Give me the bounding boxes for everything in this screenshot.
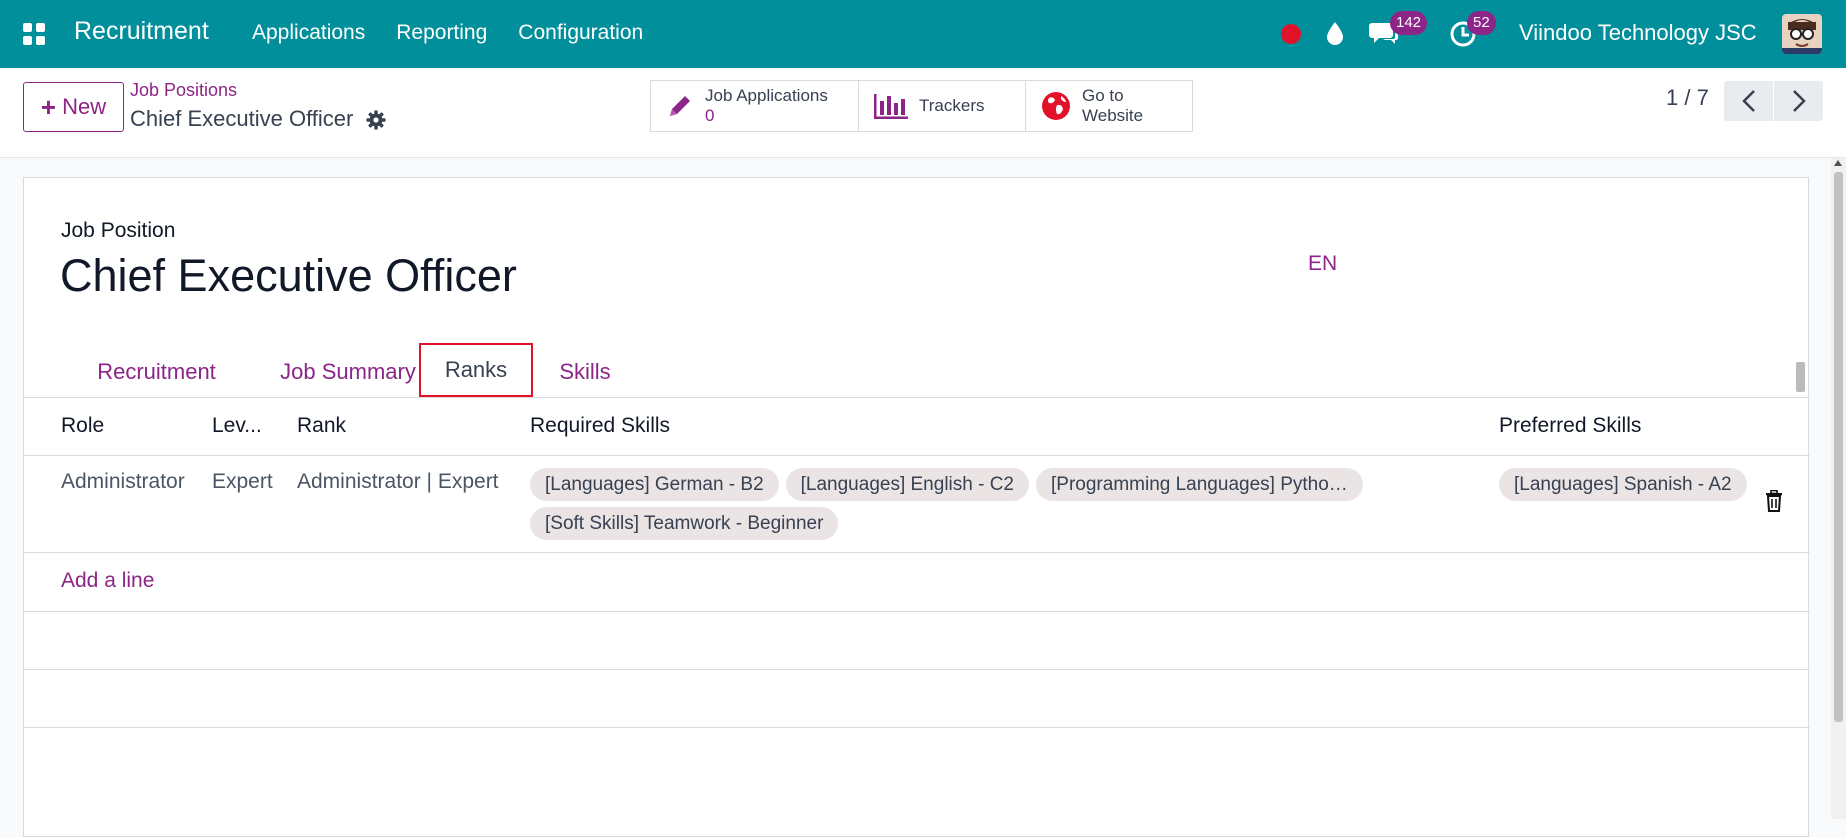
empty-row bbox=[24, 612, 1810, 670]
menu-applications[interactable]: Applications bbox=[252, 21, 365, 45]
table-row[interactable]: Administrator Expert Administrator | Exp… bbox=[24, 456, 1810, 553]
trackers-label: Trackers bbox=[919, 96, 985, 115]
preferred-skills-cell[interactable]: [Languages] Spanish - A2 bbox=[1499, 468, 1747, 501]
pager-value[interactable]: 1 / 7 bbox=[1666, 85, 1709, 111]
job-applications-label: Job Applications bbox=[705, 86, 828, 105]
plus-icon: + bbox=[40, 92, 57, 122]
company-switcher[interactable]: Viindoo Technology JSC bbox=[1519, 20, 1757, 46]
column-role[interactable]: Role bbox=[61, 414, 104, 438]
level-cell: Expert bbox=[212, 470, 273, 493]
form-tabs: Recruitment Job Summary Ranks Skills bbox=[24, 343, 1810, 398]
user-avatar[interactable] bbox=[1782, 14, 1822, 54]
pager-next-button[interactable] bbox=[1774, 81, 1823, 121]
breadcrumb-job-positions[interactable]: Job Positions bbox=[130, 80, 237, 101]
apps-menu-icon[interactable] bbox=[22, 22, 46, 46]
column-preferred-skills[interactable]: Preferred Skills bbox=[1499, 414, 1641, 438]
top-navbar: Recruitment Applications Reporting Confi… bbox=[0, 0, 1846, 68]
skill-tag: [Languages] German - B2 bbox=[530, 468, 779, 501]
page-scrollbar-thumb[interactable] bbox=[1834, 172, 1843, 722]
new-button[interactable]: + New bbox=[23, 82, 124, 132]
go-to-website-button[interactable]: Go to Website bbox=[1025, 80, 1193, 132]
tab-job-summary[interactable]: Job Summary bbox=[255, 345, 441, 398]
trash-icon[interactable] bbox=[1765, 490, 1783, 512]
skill-tag: [Soft Skills] Teamwork - Beginner bbox=[530, 507, 839, 540]
column-level[interactable]: Lev... bbox=[212, 414, 262, 438]
language-button[interactable]: EN bbox=[1308, 252, 1337, 276]
pager-previous-button[interactable] bbox=[1724, 81, 1773, 121]
rank-cell: Administrator | Expert bbox=[297, 470, 499, 493]
job-applications-count: 0 bbox=[705, 106, 715, 125]
tab-skills[interactable]: Skills bbox=[550, 345, 620, 398]
tabs-scrollbar[interactable] bbox=[1792, 348, 1808, 398]
table-header: Role Lev... Rank Required Skills Preferr… bbox=[24, 398, 1810, 456]
website-label-line2: Website bbox=[1082, 106, 1144, 125]
menu-reporting[interactable]: Reporting bbox=[396, 21, 487, 45]
tabs-scrollbar-thumb[interactable] bbox=[1796, 362, 1805, 392]
control-panel: + New Job Positions Chief Executive Offi… bbox=[0, 68, 1846, 158]
breadcrumb-current-record: Chief Executive Officer bbox=[130, 106, 354, 131]
trackers-button[interactable]: Trackers bbox=[858, 80, 1026, 132]
skill-tag: [Programming Languages] Pytho… bbox=[1036, 468, 1363, 501]
globe-icon bbox=[1042, 92, 1070, 120]
app-title[interactable]: Recruitment bbox=[74, 17, 209, 46]
smart-buttons: Job Applications 0 Trackers Go to Websit… bbox=[650, 80, 1193, 132]
role-cell: Administrator bbox=[61, 470, 185, 493]
menu-configuration[interactable]: Configuration bbox=[518, 21, 643, 45]
ranks-table: Role Lev... Rank Required Skills Preferr… bbox=[24, 398, 1810, 728]
column-required-skills[interactable]: Required Skills bbox=[530, 414, 670, 438]
water-drop-icon[interactable] bbox=[1325, 20, 1345, 46]
column-rank[interactable]: Rank bbox=[297, 414, 346, 438]
job-position-label: Job Position bbox=[61, 219, 176, 242]
empty-row bbox=[24, 670, 1810, 728]
bar-chart-icon bbox=[874, 94, 908, 119]
add-line-link[interactable]: Add a line bbox=[61, 569, 154, 593]
scroll-up-arrow-icon[interactable] bbox=[1834, 160, 1842, 166]
chevron-left-icon bbox=[1741, 90, 1755, 112]
record-indicator-icon[interactable] bbox=[1281, 24, 1301, 44]
page-scrollbar[interactable] bbox=[1831, 158, 1846, 819]
messages-count-badge: 142 bbox=[1390, 11, 1428, 35]
skill-tag: [Languages] Spanish - A2 bbox=[1499, 468, 1747, 501]
gear-icon[interactable] bbox=[366, 110, 386, 130]
add-line-row: Add a line bbox=[24, 553, 1810, 612]
required-skills-cell[interactable]: [Languages] German - B2 [Languages] Engl… bbox=[530, 468, 1430, 540]
tab-recruitment[interactable]: Recruitment bbox=[86, 345, 227, 398]
job-applications-button[interactable]: Job Applications 0 bbox=[650, 80, 859, 132]
tab-ranks[interactable]: Ranks bbox=[419, 343, 533, 397]
new-button-label: New bbox=[62, 94, 107, 119]
skill-tag: [Languages] English - C2 bbox=[785, 468, 1030, 501]
website-label-line1: Go to bbox=[1082, 86, 1124, 105]
job-position-name-field[interactable]: Chief Executive Officer bbox=[60, 250, 517, 302]
form-sheet: Job Position Chief Executive Officer EN … bbox=[23, 177, 1810, 837]
activity-count-badge: 52 bbox=[1467, 11, 1496, 35]
pencil-icon bbox=[670, 96, 690, 116]
main-menu: Applications Reporting Configuration bbox=[252, 21, 643, 45]
chevron-right-icon bbox=[1792, 90, 1806, 112]
